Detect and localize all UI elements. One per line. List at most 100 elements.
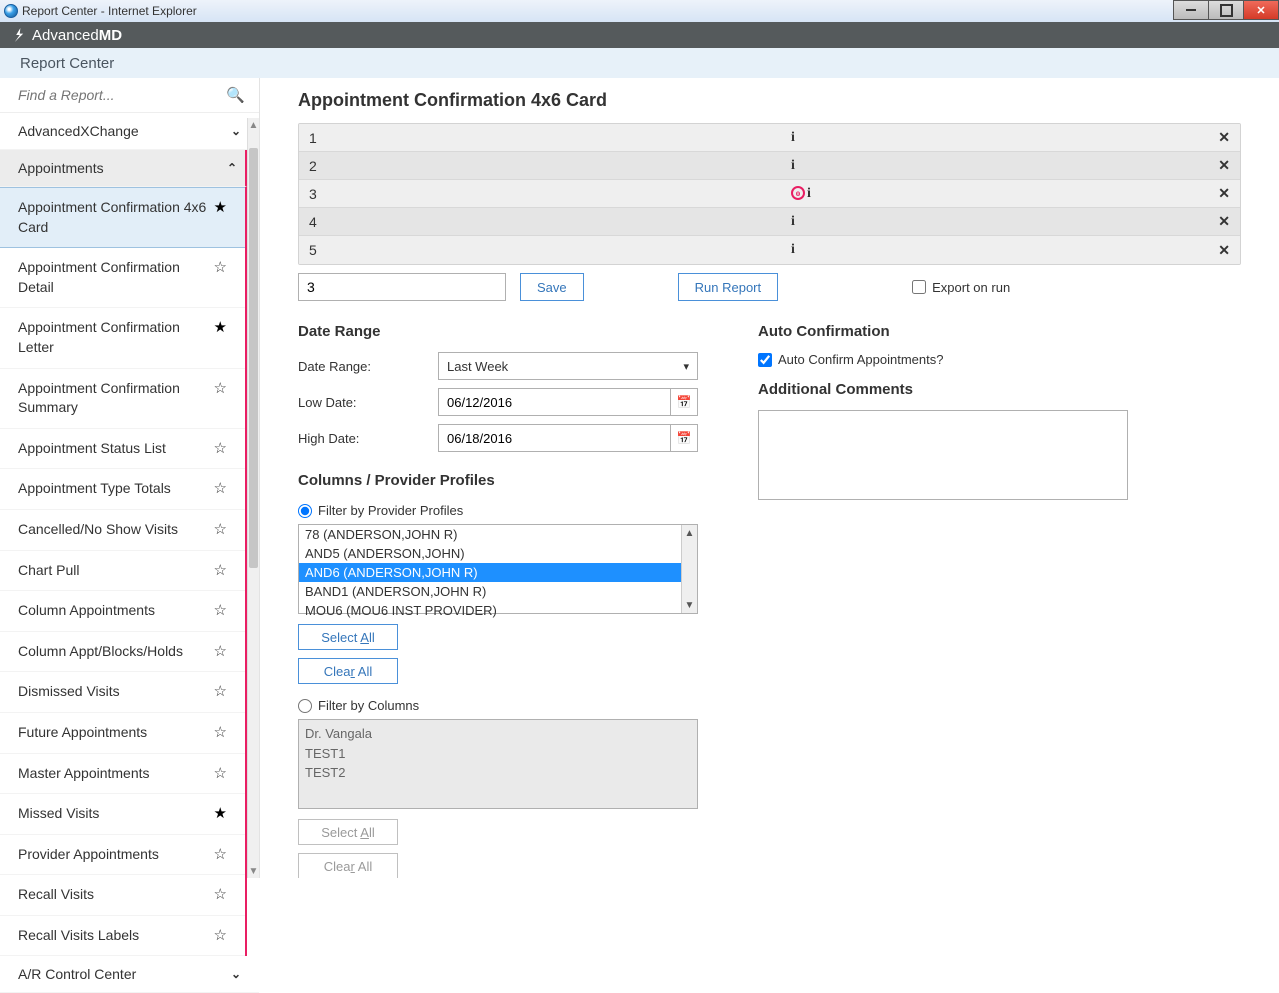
nav-item-missed[interactable]: Missed Visits★ [0,794,245,835]
scroll-up-icon[interactable]: ▲ [682,525,697,541]
date-range-label: Date Range: [298,359,438,374]
scroll-down-icon[interactable]: ▼ [682,597,697,613]
window-minimize-button[interactable] [1173,0,1209,20]
star-empty-icon[interactable]: ☆ [214,258,227,276]
scroll-up-icon[interactable]: ▲ [248,118,259,132]
saved-report-row[interactable]: 1i✕ [299,124,1240,152]
auto-confirm-checkbox[interactable]: Auto Confirm Appointments? [758,352,1241,367]
saved-report-row[interactable]: 5i✕ [299,236,1240,264]
saved-report-row[interactable]: 3oi✕ [299,180,1240,208]
date-range-select[interactable]: Last Week ▾ [438,352,698,380]
saved-report-row[interactable]: 4i✕ [299,208,1240,236]
select-value: Last Week [447,359,508,374]
nav-item-recall[interactable]: Recall Visits☆ [0,875,245,916]
report-name-input[interactable] [298,273,506,301]
nav-item-conf4x6[interactable]: Appointment Confirmation 4x6 Card★ [0,187,245,248]
nav-item-confsummary[interactable]: Appointment Confirmation Summary☆ [0,369,245,429]
info-icon[interactable]: oi [791,186,811,202]
search-icon[interactable]: 🔍 [226,86,245,104]
nav-item-dismissed[interactable]: Dismissed Visits☆ [0,672,245,713]
calendar-icon[interactable]: 📅 [670,424,698,452]
star-empty-icon[interactable]: ☆ [214,723,227,741]
nav-item-colappts[interactable]: Column Appointments☆ [0,591,245,632]
window-close-button[interactable]: ✕ [1243,0,1279,20]
checkbox-input[interactable] [758,353,772,367]
saved-report-row[interactable]: 2i✕ [299,152,1240,180]
nav-group-advancedxchange[interactable]: AdvancedXChange ⌄ [0,113,259,150]
radio-input[interactable] [298,504,312,518]
page-title: Appointment Confirmation 4x6 Card [298,90,1241,111]
select-all-profiles-button[interactable]: Select All [298,624,398,650]
clear-all-profiles-button[interactable]: Clear All [298,658,398,684]
info-icon[interactable]: i [791,158,795,174]
nav-item-typetotals[interactable]: Appointment Type Totals☆ [0,469,245,510]
nav-item-master[interactable]: Master Appointments☆ [0,754,245,795]
sidebar-scrollbar[interactable]: ▲ ▼ [247,118,259,878]
nav-item-cancelled[interactable]: Cancelled/No Show Visits☆ [0,510,245,551]
list-item[interactable]: AND6 (ANDERSON,JOHN R) [299,563,697,582]
nav-item-confdetail[interactable]: Appointment Confirmation Detail☆ [0,248,245,308]
star-empty-icon[interactable]: ☆ [214,479,227,497]
nav-item-statuslist[interactable]: Appointment Status List☆ [0,429,245,470]
star-empty-icon[interactable]: ☆ [214,520,227,538]
nav-item-chartpull[interactable]: Chart Pull☆ [0,551,245,592]
list-item[interactable]: BAND1 (ANDERSON,JOHN R) [299,582,697,601]
filter-profiles-radio[interactable]: Filter by Provider Profiles [298,503,698,518]
nav-item-recalllabels[interactable]: Recall Visits Labels☆ [0,916,245,957]
select-all-columns-button: Select All [298,819,398,845]
scroll-down-icon[interactable]: ▼ [248,864,259,878]
star-fill-icon[interactable]: ★ [214,198,227,216]
list-item: TEST2 [305,763,691,783]
search-input[interactable] [18,87,226,103]
filter-columns-radio[interactable]: Filter by Columns [298,698,698,713]
export-on-run[interactable]: Export on run [912,280,1010,295]
nav-item-confletter[interactable]: Appointment Confirmation Letter★ [0,308,245,368]
chevron-down-icon: ▾ [683,360,689,373]
info-icon[interactable]: i [791,130,795,146]
comments-textarea[interactable] [758,410,1128,500]
star-empty-icon[interactable]: ☆ [214,561,227,579]
provider-profiles-listbox[interactable]: 78 (ANDERSON,JOHN R) AND5 (ANDERSON,JOHN… [298,524,698,614]
star-empty-icon[interactable]: ☆ [214,764,227,782]
info-icon[interactable]: i [791,214,795,230]
calendar-icon[interactable]: 📅 [670,388,698,416]
delete-icon[interactable]: ✕ [1218,157,1230,174]
chevron-up-icon: ⌃ [227,161,237,175]
export-checkbox[interactable] [912,280,926,294]
high-date-input[interactable] [438,424,670,452]
nav-item-future[interactable]: Future Appointments☆ [0,713,245,754]
nav-item-provider[interactable]: Provider Appointments☆ [0,835,245,876]
star-empty-icon[interactable]: ☆ [214,379,227,397]
run-report-button[interactable]: Run Report [678,273,778,301]
star-fill-icon[interactable]: ★ [214,804,227,822]
delete-icon[interactable]: ✕ [1218,213,1230,230]
nav-group-appointments[interactable]: Appointments ⌃ [0,150,247,187]
delete-icon[interactable]: ✕ [1218,242,1230,259]
sidebar: 🔍 AdvancedXChange ⌄ Appointments ⌃ Appoi… [0,78,260,878]
window-maximize-button[interactable] [1208,0,1244,20]
star-empty-icon[interactable]: ☆ [214,642,227,660]
ie-icon [4,4,18,18]
star-empty-icon[interactable]: ☆ [214,926,227,944]
star-empty-icon[interactable]: ☆ [214,439,227,457]
window-title: Report Center - Internet Explorer [22,4,197,18]
list-item[interactable]: AND5 (ANDERSON,JOHN) [299,544,697,563]
delete-icon[interactable]: ✕ [1218,129,1230,146]
nav-item-colblocks[interactable]: Column Appt/Blocks/Holds☆ [0,632,245,673]
radio-input[interactable] [298,699,312,713]
save-button[interactable]: Save [520,273,584,301]
star-empty-icon[interactable]: ☆ [214,682,227,700]
star-empty-icon[interactable]: ☆ [214,601,227,619]
nav-group-arcontrol[interactable]: A/R Control Center ⌄ [0,956,259,993]
list-item[interactable]: 78 (ANDERSON,JOHN R) [299,525,697,544]
info-icon[interactable]: i [791,242,795,258]
listbox-scrollbar[interactable]: ▲ ▼ [681,525,697,613]
star-empty-icon[interactable]: ☆ [214,885,227,903]
search-box[interactable]: 🔍 [0,78,259,113]
star-fill-icon[interactable]: ★ [214,318,227,336]
delete-icon[interactable]: ✕ [1218,185,1230,202]
scroll-thumb[interactable] [249,148,258,568]
star-empty-icon[interactable]: ☆ [214,845,227,863]
low-date-input[interactable] [438,388,670,416]
list-item[interactable]: MOU6 (MOU6 INST PROVIDER) [299,601,697,620]
